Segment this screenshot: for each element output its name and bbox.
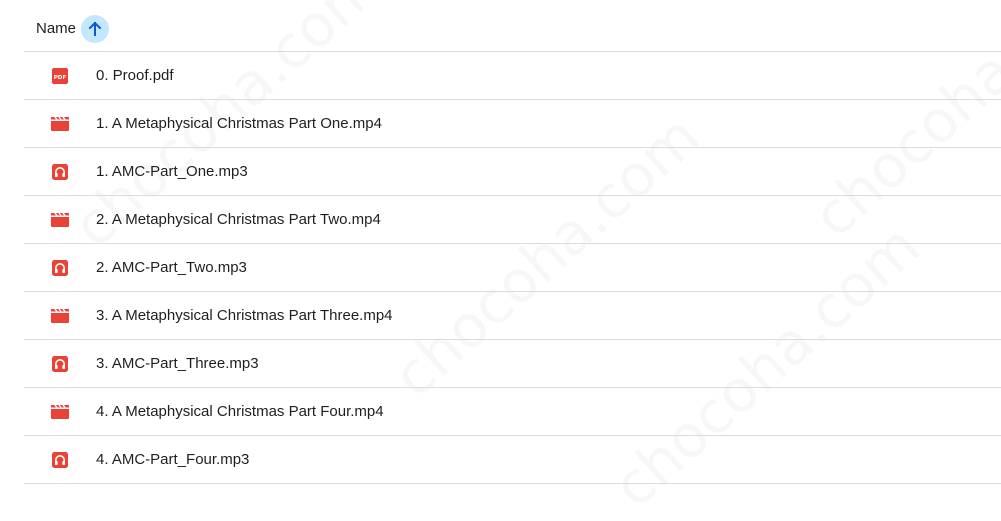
- file-name: 0. Proof.pdf: [96, 67, 174, 84]
- file-row[interactable]: 2. A Metaphysical Christmas Part Two.mp4: [24, 196, 1001, 244]
- file-name: 3. AMC-Part_Three.mp3: [96, 355, 259, 372]
- file-row[interactable]: 3. A Metaphysical Christmas Part Three.m…: [24, 292, 1001, 340]
- file-name: 2. A Metaphysical Christmas Part Two.mp4: [96, 211, 381, 228]
- file-name: 2. AMC-Part_Two.mp3: [96, 259, 247, 276]
- audio-icon: [50, 354, 70, 374]
- audio-icon: [50, 258, 70, 278]
- pdf-icon: PDF: [50, 66, 70, 86]
- file-row[interactable]: 1. A Metaphysical Christmas Part One.mp4: [24, 100, 1001, 148]
- file-name: 4. AMC-Part_Four.mp3: [96, 451, 250, 468]
- file-list: Name PDF 0. Proof.pdf 1. A Metaphysical Ch…: [24, 6, 1001, 484]
- file-name: 1. AMC-Part_One.mp3: [96, 163, 248, 180]
- file-row[interactable]: PDF 0. Proof.pdf: [24, 52, 1001, 100]
- file-row[interactable]: 4. AMC-Part_Four.mp3: [24, 436, 1001, 484]
- file-row[interactable]: 4. A Metaphysical Christmas Part Four.mp…: [24, 388, 1001, 436]
- file-row[interactable]: 1. AMC-Part_One.mp3: [24, 148, 1001, 196]
- column-header-row: Name: [24, 6, 1001, 52]
- file-name: 1. A Metaphysical Christmas Part One.mp4: [96, 115, 382, 132]
- video-icon: [50, 306, 70, 326]
- arrow-up-icon: [88, 21, 102, 36]
- video-icon: [50, 402, 70, 422]
- file-row[interactable]: 3. AMC-Part_Three.mp3: [24, 340, 1001, 388]
- svg-text:PDF: PDF: [54, 75, 67, 81]
- file-rows: PDF 0. Proof.pdf 1. A Metaphysical Christm…: [24, 52, 1001, 484]
- file-name: 4. A Metaphysical Christmas Part Four.mp…: [96, 403, 384, 420]
- file-name: 3. A Metaphysical Christmas Part Three.m…: [96, 307, 393, 324]
- file-row[interactable]: 2. AMC-Part_Two.mp3: [24, 244, 1001, 292]
- sort-ascending-button[interactable]: [81, 14, 110, 43]
- column-header-name[interactable]: Name: [36, 20, 76, 37]
- video-icon: [50, 114, 70, 134]
- video-icon: [50, 210, 70, 230]
- audio-icon: [50, 162, 70, 182]
- audio-icon: [50, 450, 70, 470]
